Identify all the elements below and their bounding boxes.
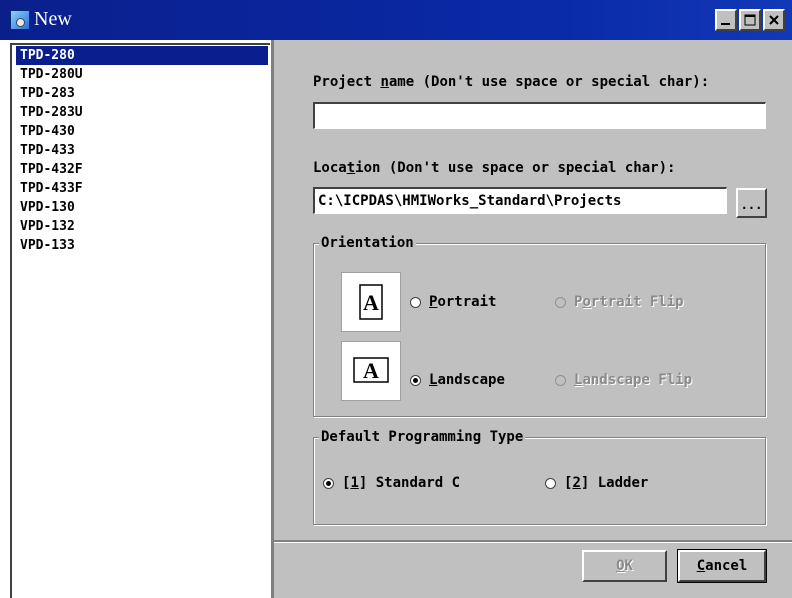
bottom-separator bbox=[274, 540, 792, 543]
browse-button[interactable]: ... bbox=[736, 188, 767, 218]
portrait-option[interactable]: Portrait bbox=[410, 292, 496, 312]
standard-c-option[interactable]: [1] Standard C bbox=[323, 473, 460, 493]
close-button[interactable] bbox=[763, 9, 785, 31]
location-input[interactable]: C:\ICPDAS\HMIWorks_Standard\Projects bbox=[313, 187, 727, 214]
new-project-dialog: New TPD-280 TPD-280U TPD-283 TPD-283U TP… bbox=[0, 0, 792, 598]
list-item-vpd-133[interactable]: VPD-133 bbox=[16, 236, 268, 255]
list-item-tpd-433f[interactable]: TPD-433F bbox=[16, 179, 268, 198]
list-item-tpd-432f[interactable]: TPD-432F bbox=[16, 160, 268, 179]
list-item-tpd-283[interactable]: TPD-283 bbox=[16, 84, 268, 103]
landscape-flip-radio[interactable] bbox=[555, 374, 566, 386]
programming-type-legend: Default Programming Type bbox=[319, 429, 526, 445]
landscape-flip-option[interactable]: Landscape Flip bbox=[555, 370, 692, 390]
portrait-radio[interactable] bbox=[410, 296, 421, 308]
list-item-tpd-280[interactable]: TPD-280 bbox=[16, 46, 268, 65]
portrait-flip-option[interactable]: Portrait Flip bbox=[555, 292, 684, 312]
list-item-vpd-130[interactable]: VPD-130 bbox=[16, 198, 268, 217]
app-icon bbox=[10, 10, 30, 30]
portrait-preview-icon: A bbox=[341, 272, 401, 332]
pane-splitter[interactable] bbox=[271, 40, 274, 598]
model-list[interactable]: TPD-280 TPD-280U TPD-283 TPD-283U TPD-43… bbox=[10, 43, 270, 598]
ok-button[interactable]: OK bbox=[582, 550, 667, 582]
ladder-option[interactable]: [2] Ladder bbox=[545, 473, 648, 493]
list-item-tpd-280u[interactable]: TPD-280U bbox=[16, 65, 268, 84]
orientation-legend: Orientation bbox=[319, 235, 416, 251]
list-item-tpd-433[interactable]: TPD-433 bbox=[16, 141, 268, 160]
location-label: Location (Don't use space or special cha… bbox=[313, 160, 676, 176]
minimize-icon bbox=[721, 23, 730, 25]
close-icon bbox=[769, 15, 779, 25]
landscape-preview-icon: A bbox=[341, 341, 401, 401]
portrait-flip-radio[interactable] bbox=[555, 296, 566, 308]
ladder-radio[interactable] bbox=[545, 477, 556, 489]
project-name-label: Project name (Don't use space or special… bbox=[313, 74, 710, 90]
list-item-tpd-430[interactable]: TPD-430 bbox=[16, 122, 268, 141]
list-item-tpd-283u[interactable]: TPD-283U bbox=[16, 103, 268, 122]
title-bar[interactable]: New bbox=[0, 0, 792, 40]
cancel-button[interactable]: Cancel bbox=[677, 549, 767, 583]
landscape-option[interactable]: Landscape bbox=[410, 370, 505, 390]
minimize-button[interactable] bbox=[715, 9, 737, 31]
maximize-button[interactable] bbox=[739, 9, 761, 31]
standard-c-radio[interactable] bbox=[323, 477, 334, 489]
list-item-vpd-132[interactable]: VPD-132 bbox=[16, 217, 268, 236]
window-title: New bbox=[34, 8, 72, 30]
portrait-glyph: A bbox=[363, 290, 379, 315]
maximize-icon bbox=[744, 14, 756, 26]
landscape-radio[interactable] bbox=[410, 374, 421, 386]
project-name-input[interactable] bbox=[313, 102, 766, 129]
landscape-glyph: A bbox=[363, 358, 379, 383]
